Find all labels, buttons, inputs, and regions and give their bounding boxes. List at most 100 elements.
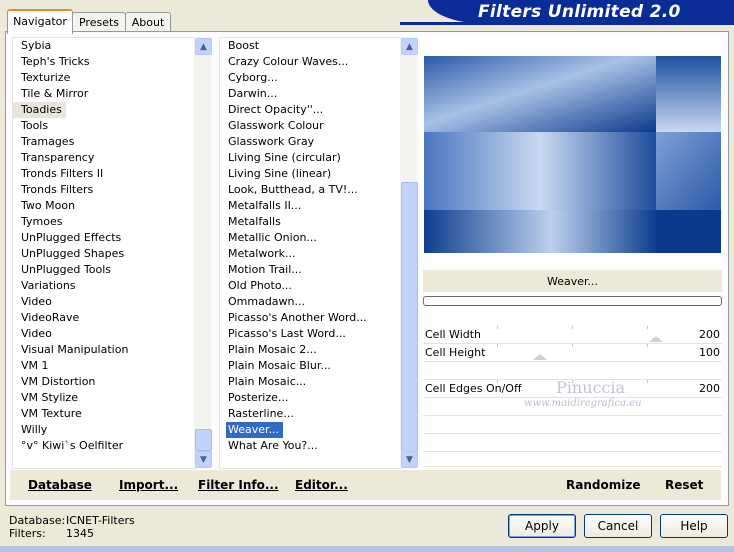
list-item[interactable]: Metalfalls II... — [220, 198, 401, 214]
param-row[interactable] — [423, 434, 722, 452]
list-item[interactable]: UnPlugged Effects — [13, 230, 195, 246]
list-item[interactable]: Look, Butthead, a TV!... — [220, 182, 401, 198]
list-item-label: Boost — [228, 39, 260, 52]
scroll-thumb[interactable] — [401, 182, 418, 452]
editor-button[interactable]: Editor... — [295, 478, 348, 492]
list-item[interactable]: VideoRave — [13, 310, 195, 326]
list-item-label: Texturize — [21, 71, 71, 84]
reset-button[interactable]: Reset — [665, 478, 703, 492]
database-value: ICNET-Filters — [66, 514, 135, 527]
list-item[interactable]: VM Stylize — [13, 390, 195, 406]
list-item-label: Plain Mosaic 2... — [228, 343, 317, 356]
help-button[interactable]: Help — [660, 514, 728, 538]
list-item[interactable]: Tools — [13, 118, 195, 134]
list-item[interactable]: Crazy Colour Waves... — [220, 54, 401, 70]
list-item-label: Visual Manipulation — [21, 343, 129, 356]
list-item-label: Tronds Filters II — [21, 167, 104, 180]
list-item[interactable]: Toadies — [13, 102, 195, 118]
list-item[interactable]: Texturize — [13, 70, 195, 86]
tab-presets[interactable]: Presets — [72, 12, 126, 32]
list-item-label: Tools — [21, 119, 49, 132]
list-item[interactable]: Tronds Filters — [13, 182, 195, 198]
list-item[interactable]: Video — [13, 326, 195, 342]
filter-list[interactable]: Boost Crazy Colour Waves... Cyborg... Darwi… — [219, 37, 402, 469]
cancel-button[interactable]: Cancel — [584, 514, 652, 538]
category-scrollbar[interactable]: ▲ ▼ — [194, 37, 212, 468]
category-list[interactable]: Sybia Teph's Tricks Texturize Tile & Mirror… — [12, 37, 196, 469]
list-item[interactable]: Ommadawn... — [220, 294, 401, 310]
list-item[interactable]: UnPlugged Shapes — [13, 246, 195, 262]
list-item-label: VM Texture — [21, 407, 82, 420]
list-item-label: Tronds Filters — [21, 183, 94, 196]
scroll-up-icon[interactable]: ▲ — [401, 38, 418, 55]
list-item[interactable]: Rasterline... — [220, 406, 401, 422]
scroll-down-icon[interactable]: ▼ — [195, 451, 212, 468]
scroll-thumb[interactable] — [195, 429, 212, 451]
list-item-label: Motion Trail... — [228, 263, 302, 276]
list-item-label: Teph's Tricks — [21, 55, 90, 68]
header-stripe — [400, 22, 734, 25]
list-item-label: Picasso's Last Word... — [228, 327, 346, 340]
list-item[interactable]: Plain Mosaic... — [220, 374, 401, 390]
list-item[interactable]: Willy — [13, 422, 195, 438]
randomize-button[interactable]: Randomize — [566, 478, 640, 492]
filter-info-button[interactable]: Filter Info... — [198, 478, 279, 492]
scroll-down-icon[interactable]: ▼ — [401, 451, 418, 468]
apply-button[interactable]: Apply — [508, 514, 576, 538]
list-item-label: Plain Mosaic Blur... — [228, 359, 331, 372]
list-item[interactable]: Glasswork Gray — [220, 134, 401, 150]
list-item[interactable]: VM 1 — [13, 358, 195, 374]
list-item[interactable]: VM Texture — [13, 406, 195, 422]
list-item[interactable]: Weaver... — [220, 422, 401, 438]
list-item[interactable]: VM Distortion — [13, 374, 195, 390]
param-row[interactable] — [423, 416, 722, 434]
list-item[interactable]: Video — [13, 294, 195, 310]
param-row[interactable]: Cell Height 100 — [423, 344, 722, 362]
list-item[interactable]: Direct Opacity''... — [220, 102, 401, 118]
list-item[interactable]: Sybia — [13, 38, 195, 54]
list-item[interactable]: Picasso's Last Word... — [220, 326, 401, 342]
param-row[interactable]: Cell Width 200 — [423, 326, 722, 344]
list-item[interactable]: Glasswork Colour — [220, 118, 401, 134]
list-item[interactable]: Motion Trail... — [220, 262, 401, 278]
scroll-up-icon[interactable]: ▲ — [195, 38, 212, 55]
database-button[interactable]: Database — [28, 478, 92, 492]
list-item[interactable]: Metallic Onion... — [220, 230, 401, 246]
list-item[interactable]: UnPlugged Tools — [13, 262, 195, 278]
list-item[interactable]: Living Sine (circular) — [220, 150, 401, 166]
progress-bar — [423, 296, 722, 306]
list-item[interactable]: Visual Manipulation — [13, 342, 195, 358]
list-item[interactable]: Posterize... — [220, 390, 401, 406]
param-row[interactable] — [423, 452, 722, 467]
action-bar: Database Import... Filter Info... Editor… — [10, 470, 721, 500]
filter-scrollbar[interactable]: ▲ ▼ — [400, 37, 418, 468]
list-item[interactable]: Tronds Filters II — [13, 166, 195, 182]
list-item[interactable]: °v° Kiwi`s Oelfilter — [13, 438, 195, 454]
list-item[interactable]: Tramages — [13, 134, 195, 150]
slider-marker-icon[interactable] — [649, 336, 663, 342]
slider-marker-icon[interactable] — [533, 354, 547, 360]
list-item[interactable]: Boost — [220, 38, 401, 54]
filters-count-label: Filters: — [9, 527, 46, 540]
list-item[interactable]: Variations — [13, 278, 195, 294]
list-item[interactable]: Teph's Tricks — [13, 54, 195, 70]
list-item-label: Living Sine (circular) — [228, 151, 341, 164]
list-item[interactable]: Metalfalls — [220, 214, 401, 230]
param-label: Cell Height — [425, 346, 486, 359]
list-item[interactable]: Plain Mosaic 2... — [220, 342, 401, 358]
tab-navigator[interactable]: Navigator — [7, 9, 73, 34]
list-item[interactable]: Plain Mosaic Blur... — [220, 358, 401, 374]
list-item[interactable]: Cyborg... — [220, 70, 401, 86]
list-item[interactable]: Tile & Mirror — [13, 86, 195, 102]
list-item[interactable]: Darwin... — [220, 86, 401, 102]
import-button[interactable]: Import... — [119, 478, 178, 492]
list-item[interactable]: Living Sine (linear) — [220, 166, 401, 182]
list-item[interactable]: Transparency — [13, 150, 195, 166]
list-item[interactable]: Tymoes — [13, 214, 195, 230]
list-item[interactable]: Old Photo... — [220, 278, 401, 294]
list-item[interactable]: What Are You?... — [220, 438, 401, 454]
tab-about[interactable]: About — [125, 12, 171, 32]
list-item[interactable]: Picasso's Another Word... — [220, 310, 401, 326]
list-item[interactable]: Two Moon — [13, 198, 195, 214]
list-item[interactable]: Metalwork... — [220, 246, 401, 262]
